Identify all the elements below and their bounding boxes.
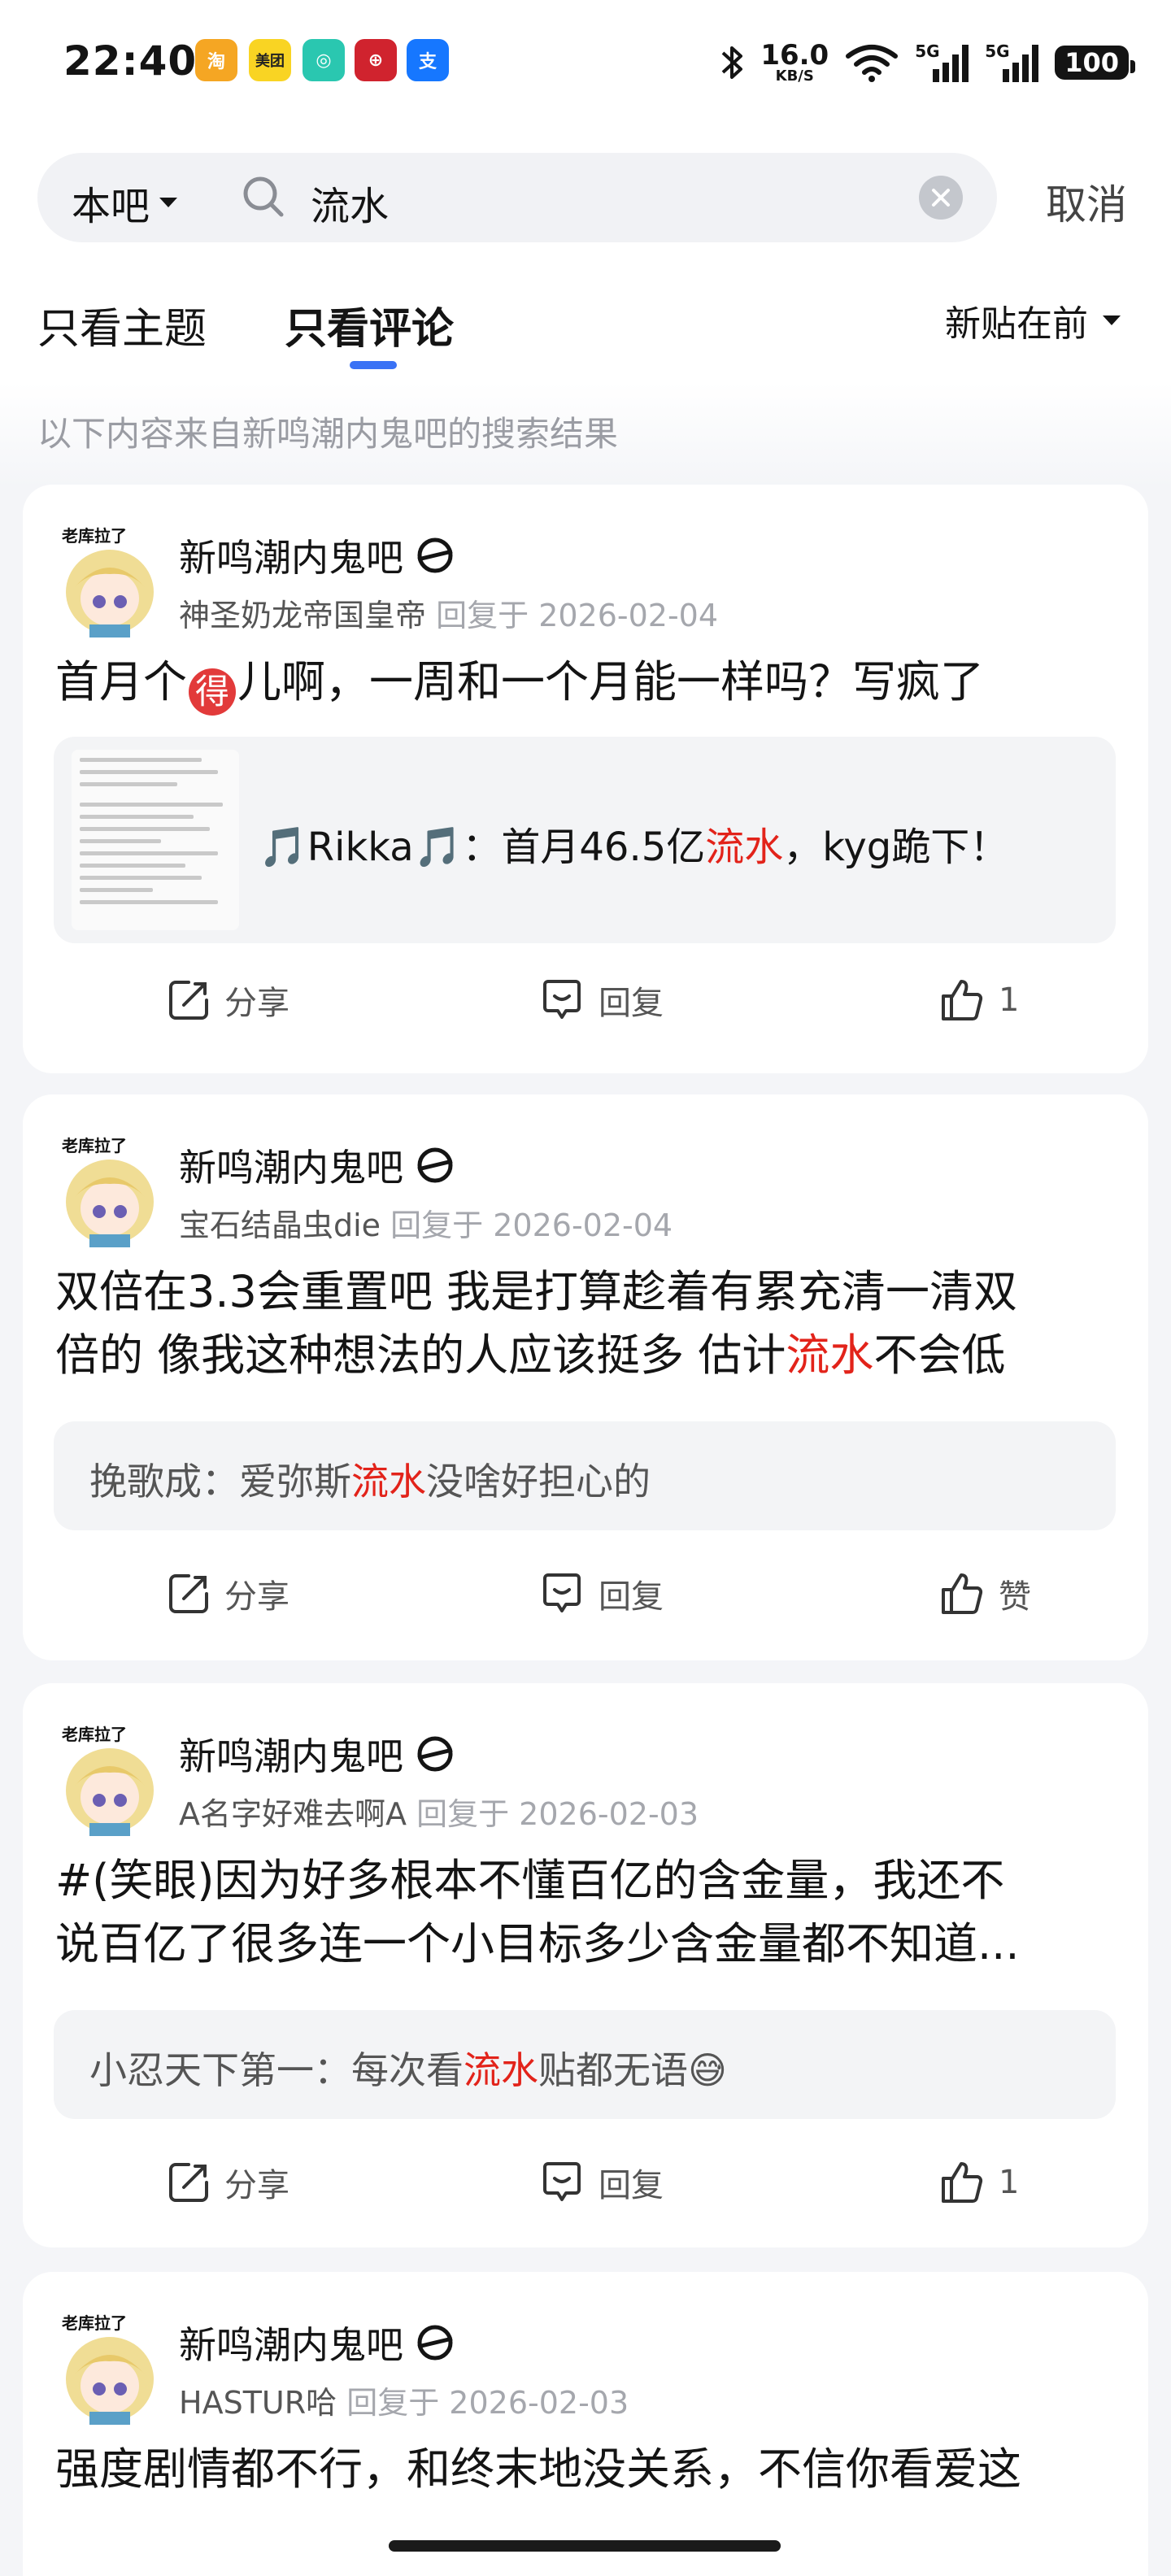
quote-text: 挽歌成：爱弥斯流水没啥好担心的 xyxy=(89,1460,651,1503)
quote-text: 小忍天下第一：每次看流水贴都无语😅 xyxy=(89,2048,727,2092)
avatar[interactable]: 老库拉了 xyxy=(57,1722,163,1836)
share-button[interactable]: 分享 xyxy=(166,2150,289,2215)
level-badge-icon xyxy=(417,1147,453,1183)
post-thumbnail xyxy=(72,750,239,930)
search-bar[interactable]: 本吧 流水 xyxy=(37,153,997,242)
svg-text:老库拉了: 老库拉了 xyxy=(62,526,127,546)
post-actions: 分享 回复 赞 xyxy=(23,1561,1148,1626)
home-indicator[interactable] xyxy=(389,2540,781,2552)
chat-app-icon: ◎ xyxy=(303,39,345,81)
comment-icon xyxy=(543,2162,581,2201)
post-meta: A名字好难去啊A 回复于 2026-02-03 xyxy=(179,1789,699,1834)
status-bar: 22:40 淘 美团 ◎ ⊕ 支 16.0 KB/S 5G 5G 100 xyxy=(0,0,1171,130)
author-name[interactable]: 神圣奶龙帝国皇帝 xyxy=(179,598,426,633)
thumbs-up-icon xyxy=(942,980,983,1020)
level-badge-icon xyxy=(417,1736,453,1772)
quoted-post[interactable]: 挽歌成：爱弥斯流水没啥好担心的 xyxy=(54,1421,1116,1530)
post-meta: 神圣奶龙帝国皇帝 回复于 2026-02-04 xyxy=(179,590,718,635)
meituan-app-icon: 美团 xyxy=(249,39,291,81)
cell-signal-2-icon: 5G xyxy=(985,41,1039,84)
author-name[interactable]: HASTUR哈 xyxy=(179,2385,337,2421)
author-name[interactable]: A名字好难去啊A xyxy=(179,1796,407,1832)
like-button[interactable]: 1 xyxy=(938,2150,1019,2215)
level-badge-icon xyxy=(417,2325,453,2361)
comment-body[interactable]: 双倍在3.3会重置吧 我是打算趁着有累充清一清双 倍的 像我这种想法的人应该挺多… xyxy=(55,1260,1121,1387)
reply-button[interactable]: 回复 xyxy=(538,1561,664,1626)
reply-date: 回复于 2026-02-03 xyxy=(346,2385,629,2421)
cancel-button[interactable]: 取消 xyxy=(1046,172,1127,231)
share-button[interactable]: 分享 xyxy=(166,1561,289,1626)
svg-text:老库拉了: 老库拉了 xyxy=(62,1725,127,1744)
like-button[interactable]: 赞 xyxy=(938,1561,1031,1626)
scope-dropdown[interactable]: 本吧 xyxy=(72,174,179,231)
quoted-post[interactable]: 小忍天下第一：每次看流水贴都无语😅 xyxy=(54,2010,1116,2119)
de-badge-icon: 得 xyxy=(189,668,236,716)
post-meta: HASTUR哈 回复于 2026-02-03 xyxy=(179,2378,629,2422)
scope-label: 本吧 xyxy=(72,184,150,229)
share-icon xyxy=(169,981,208,1020)
forum-name[interactable]: 新鸣潮内鬼吧 xyxy=(179,1727,455,1781)
comment-body[interactable]: #(笑眼)因为好多根本不懂百亿的含金量，我还不 说百亿了很多连一个小目标多少含金… xyxy=(55,1849,1121,1976)
post-actions: 分享 回复 1 xyxy=(23,968,1148,1033)
tab-topic[interactable]: 只看主题 xyxy=(37,294,207,355)
reply-date: 回复于 2026-02-04 xyxy=(436,598,719,633)
thumbs-up-icon xyxy=(942,1573,983,1614)
reply-button[interactable]: 回复 xyxy=(538,2150,664,2215)
svg-text:老库拉了: 老库拉了 xyxy=(62,1136,127,1155)
comment-icon xyxy=(543,1573,581,1612)
tab-comment[interactable]: 只看评论 xyxy=(285,294,454,355)
clock: 22:40 xyxy=(63,37,198,85)
sort-label: 新贴在前 xyxy=(945,303,1088,345)
reply-date: 回复于 2026-02-04 xyxy=(390,1208,673,1243)
sort-dropdown[interactable]: 新贴在前 xyxy=(945,294,1122,346)
post-actions: 分享 回复 1 xyxy=(23,2150,1148,2215)
thumbs-up-icon xyxy=(942,2162,983,2203)
search-input[interactable]: 流水 xyxy=(311,174,389,231)
net-speed: 16.0 KB/S xyxy=(760,39,829,85)
quoted-post[interactable]: 🎵Rikka🎵：首月46.5亿流水，kyg跪下！ xyxy=(54,737,1116,943)
bluetooth-icon xyxy=(721,46,743,79)
forum-name[interactable]: 新鸣潮内鬼吧 xyxy=(179,2316,455,2369)
comment-icon xyxy=(543,980,581,1019)
share-icon xyxy=(169,1574,208,1613)
author-name[interactable]: 宝石结晶虫die xyxy=(179,1208,381,1243)
comment-body[interactable]: 首月个得儿啊，一周和一个月能一样吗？写疯了 xyxy=(55,651,1121,716)
svg-text:老库拉了: 老库拉了 xyxy=(62,2313,127,2333)
post-card[interactable]: 老库拉了 新鸣潮内鬼吧 神圣奶龙帝国皇帝 回复于 2026-02-04 首月个得… xyxy=(23,485,1148,1073)
reply-date: 回复于 2026-02-03 xyxy=(416,1796,699,1832)
taobao-app-icon: 淘 xyxy=(195,39,237,81)
cell-signal-1-icon: 5G xyxy=(915,41,969,84)
avatar[interactable]: 老库拉了 xyxy=(57,1134,163,1247)
search-icon xyxy=(243,176,284,217)
post-card[interactable]: 老库拉了 新鸣潮内鬼吧 宝石结晶虫die 回复于 2026-02-04 双倍在3… xyxy=(23,1094,1148,1660)
comment-body[interactable]: 强度剧情都不行，和终末地没关系，不信你看爱这 xyxy=(55,2438,1121,2501)
level-badge-icon xyxy=(417,537,453,573)
like-button[interactable]: 1 xyxy=(938,968,1019,1033)
caret-down-icon xyxy=(159,198,178,207)
source-tip: 以下内容来自新鸣潮内鬼吧的搜索结果 xyxy=(37,414,619,454)
post-card[interactable]: 老库拉了 新鸣潮内鬼吧 A名字好难去啊A 回复于 2026-02-03 #(笑眼… xyxy=(23,1683,1148,2247)
tab-active-indicator xyxy=(350,361,397,369)
alipay-app-icon: 支 xyxy=(407,39,449,81)
reply-button[interactable]: 回复 xyxy=(538,968,664,1033)
quote-text: 🎵Rikka🎵：首月46.5亿流水，kyg跪下！ xyxy=(259,825,1009,870)
post-meta: 宝石结晶虫die 回复于 2026-02-04 xyxy=(179,1200,673,1245)
share-icon xyxy=(169,2163,208,2202)
avatar[interactable]: 老库拉了 xyxy=(57,2311,163,2425)
share-button[interactable]: 分享 xyxy=(166,968,289,1033)
caret-down-icon xyxy=(1103,315,1121,325)
wifi-icon xyxy=(846,45,899,82)
battery-indicator: 100 xyxy=(1055,46,1135,80)
forum-name[interactable]: 新鸣潮内鬼吧 xyxy=(179,1138,455,1192)
post-card[interactable]: 老库拉了 新鸣潮内鬼吧 HASTUR哈 回复于 2026-02-03 强度剧情都… xyxy=(23,2272,1148,2576)
system-icons: 16.0 KB/S 5G 5G 100 xyxy=(720,34,1135,91)
bank-app-icon: ⊕ xyxy=(355,39,397,81)
clear-icon[interactable] xyxy=(919,176,963,220)
avatar[interactable]: 老库拉了 xyxy=(57,524,163,637)
forum-name[interactable]: 新鸣潮内鬼吧 xyxy=(179,529,455,582)
